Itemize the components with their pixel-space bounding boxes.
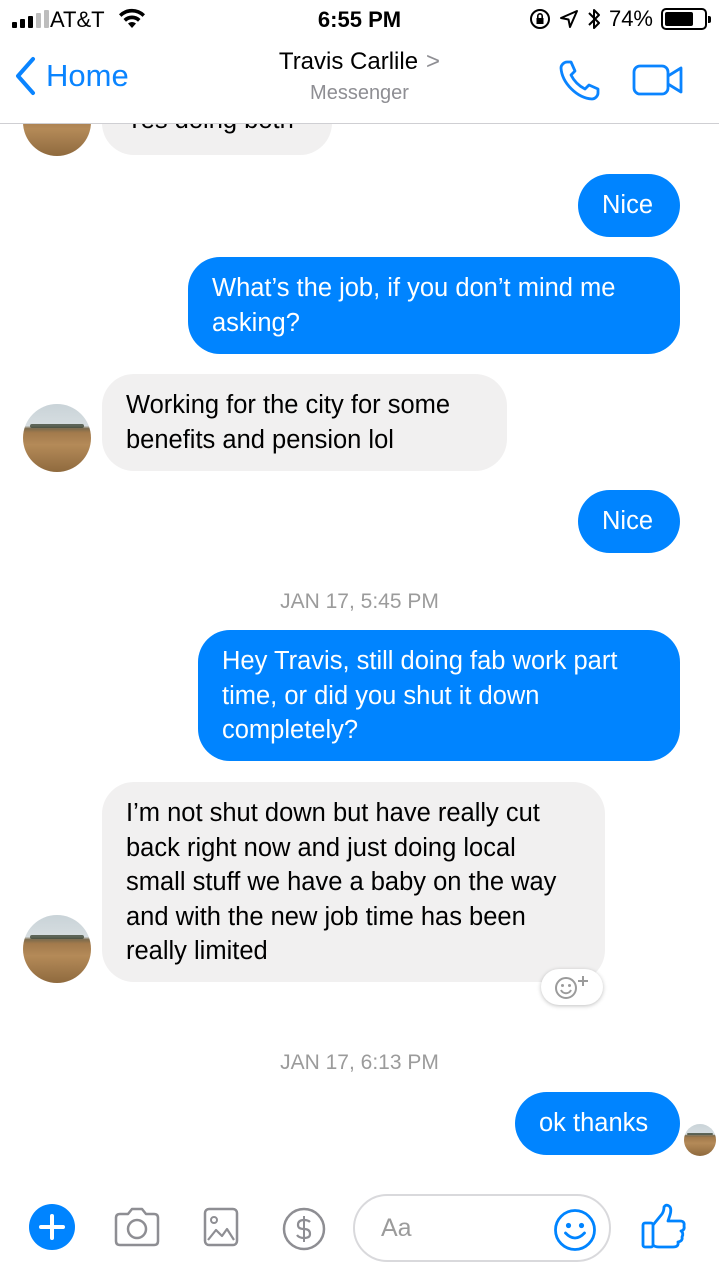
conversation-header: Home Travis Carlile > Messenger xyxy=(0,40,719,124)
location-icon xyxy=(559,10,578,28)
orientation-lock-icon xyxy=(529,9,550,29)
emoji-icon[interactable] xyxy=(553,1208,597,1252)
message-bubble-incoming[interactable]: Working for the city for some benefits a… xyxy=(102,374,507,471)
header-subtitle: Messenger xyxy=(310,82,409,104)
video-camera-icon[interactable] xyxy=(632,64,684,96)
add-reaction-icon xyxy=(555,976,588,999)
composer-bar xyxy=(0,1180,719,1278)
camera-icon[interactable] xyxy=(113,1207,161,1247)
seen-by-avatar xyxy=(684,1124,716,1156)
message-bubble-outgoing[interactable]: What’s the job, if you don’t mind me ask… xyxy=(188,257,680,354)
message-input[interactable] xyxy=(381,1208,551,1248)
thumbs-up-icon[interactable] xyxy=(640,1202,688,1250)
message-bubble-outgoing[interactable]: ok thanks xyxy=(515,1092,680,1155)
status-bar: AT&T 6:55 PM 74% xyxy=(0,0,719,40)
contact-avatar[interactable] xyxy=(23,404,91,472)
battery-percent: 74% xyxy=(608,6,653,31)
phone-icon[interactable] xyxy=(558,58,602,102)
message-timestamp: JAN 17, 6:13 PM xyxy=(280,1051,439,1074)
bluetooth-icon xyxy=(588,9,600,29)
message-bubble-outgoing[interactable]: Nice xyxy=(578,490,680,553)
contact-chevron-icon: > xyxy=(426,48,441,75)
message-bubble-incoming[interactable]: I’m not shut down but have really cut ba… xyxy=(102,782,605,982)
payment-dollar-icon[interactable] xyxy=(282,1207,326,1251)
battery-icon xyxy=(661,8,711,30)
message-input-wrapper[interactable] xyxy=(353,1194,611,1262)
message-timestamp: JAN 17, 5:45 PM xyxy=(280,590,439,613)
contact-name-text: Travis Carlile xyxy=(278,48,419,75)
add-reaction-button[interactable] xyxy=(541,969,603,1005)
contact-avatar[interactable] xyxy=(23,915,91,983)
plus-icon[interactable] xyxy=(28,1203,76,1251)
message-bubble-outgoing[interactable]: Hey Travis, still doing fab work part ti… xyxy=(198,630,680,761)
message-bubble-outgoing[interactable]: Nice xyxy=(578,174,680,237)
gallery-icon[interactable] xyxy=(203,1207,239,1247)
contact-name[interactable]: Travis Carlile > xyxy=(0,48,719,76)
